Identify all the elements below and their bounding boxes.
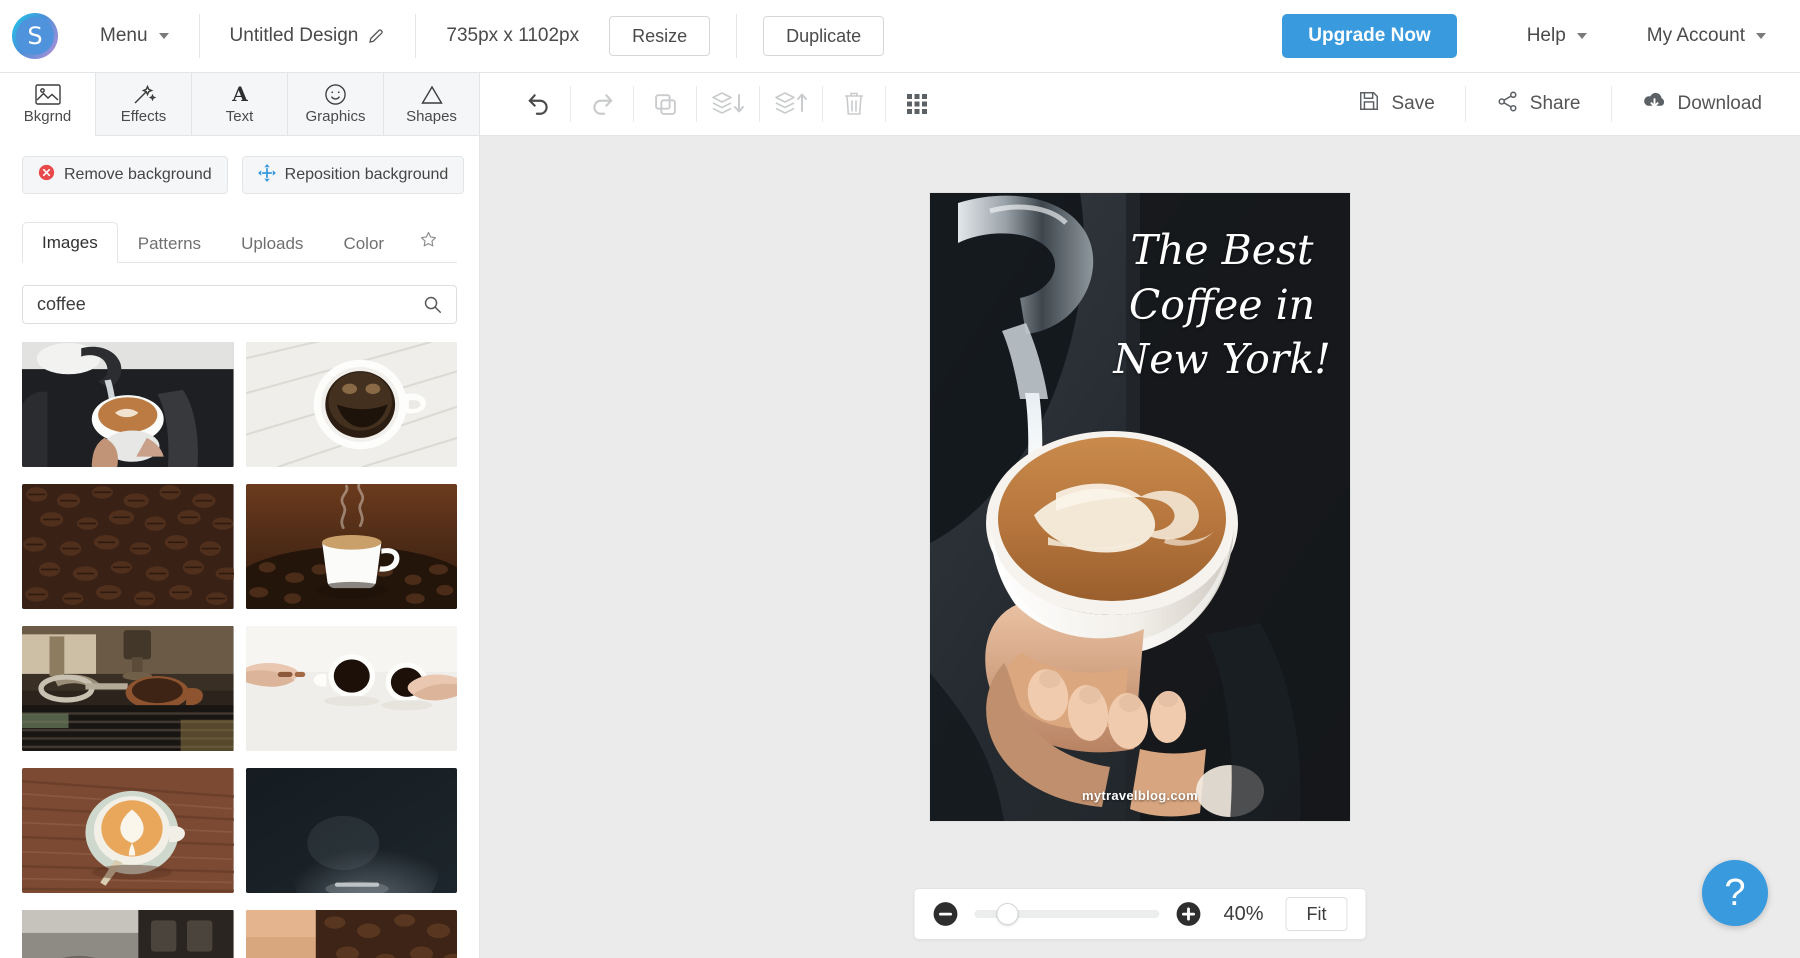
share-label: Share (1530, 93, 1581, 115)
my-account-label: My Account (1647, 25, 1745, 47)
reposition-background-button[interactable]: Reposition background (242, 156, 465, 194)
star-outline-icon (419, 234, 438, 253)
chevron-down-icon (1577, 33, 1587, 39)
canvas-dimensions: 735px x 1102px (416, 0, 609, 72)
help-menu[interactable]: Help (1497, 0, 1617, 72)
search-icon[interactable] (423, 295, 442, 314)
zoom-fit-button[interactable]: Fit (1286, 897, 1348, 931)
share-nodes-icon (1496, 90, 1519, 119)
share-button[interactable]: Share (1466, 73, 1611, 135)
remove-circle-icon (38, 164, 55, 186)
mode-tab-label: Effects (121, 108, 167, 125)
mode-tab-shapes[interactable]: Shapes (384, 73, 479, 135)
text-a-icon: A (229, 83, 251, 105)
design-canvas[interactable]: The Best Coffee in New York! mytravelblo… (930, 193, 1350, 821)
mode-tab-label: Shapes (406, 108, 457, 125)
background-actions: Remove background Reposition background (0, 136, 479, 194)
asset-sub-tabs: Images Patterns Uploads Color (22, 218, 457, 263)
help-menu-label: Help (1527, 25, 1566, 47)
save-button[interactable]: Save (1328, 73, 1464, 135)
zoom-bar: 40% Fit (914, 888, 1367, 940)
triangle-icon (420, 83, 444, 105)
search-box[interactable] (22, 285, 457, 324)
canvas-stage: The Best Coffee in New York! mytravelblo… (480, 136, 1800, 958)
image-result-coffee-cup-smiley-face-top-view[interactable] (246, 342, 458, 467)
image-result-barista-at-espresso-machine[interactable] (22, 910, 234, 958)
mode-tab-graphics[interactable]: Graphics (288, 73, 384, 135)
delete-button[interactable] (823, 73, 885, 135)
upgrade-now-button[interactable]: Upgrade Now (1282, 14, 1456, 58)
mode-tab-label: Graphics (305, 108, 365, 125)
menu-label: Menu (100, 25, 148, 47)
image-results-grid (0, 324, 479, 958)
floppy-disk-icon (1358, 90, 1380, 118)
resize-button[interactable]: Resize (609, 16, 710, 56)
mode-tab-bkgrnd[interactable]: Bkgrnd (0, 73, 96, 135)
reposition-background-label: Reposition background (285, 166, 449, 184)
remove-background-button[interactable]: Remove background (22, 156, 228, 194)
design-title-field[interactable]: Untitled Design (200, 0, 416, 72)
divider (736, 14, 737, 58)
zoom-slider[interactable] (975, 910, 1160, 918)
undo-button[interactable] (508, 73, 570, 135)
mode-tab-effects[interactable]: Effects (96, 73, 192, 135)
app-logo[interactable]: S (0, 13, 70, 59)
chevron-down-icon (159, 33, 169, 39)
menu-button[interactable]: Menu (70, 0, 199, 72)
image-result-barista-pouring-latte-art[interactable] (22, 342, 234, 467)
save-label: Save (1391, 93, 1434, 115)
pencil-icon[interactable] (367, 27, 385, 45)
design-title: Untitled Design (230, 25, 359, 47)
download-label: Download (1678, 93, 1763, 115)
top-bar: S Menu Untitled Design 735px x 1102px Re… (0, 0, 1800, 73)
image-result-latte-art-cup-on-wooden-table[interactable] (22, 768, 234, 893)
sub-tab-uploads[interactable]: Uploads (221, 223, 323, 263)
design-editor-app: S Menu Untitled Design 735px x 1102px Re… (0, 0, 1800, 958)
bring-forward-button[interactable] (760, 73, 822, 135)
redo-button[interactable] (571, 73, 633, 135)
image-result-dark-steam-over-black-background[interactable] (246, 768, 458, 893)
mode-tab-label: Bkgrnd (24, 108, 72, 125)
image-result-espresso-machine-portafilter[interactable] (22, 626, 234, 751)
zoom-percent: 40% (1218, 903, 1270, 926)
image-icon (35, 83, 61, 105)
cloud-download-icon (1642, 90, 1667, 118)
my-account-menu[interactable]: My Account (1617, 0, 1800, 72)
sub-tab-color[interactable]: Color (323, 223, 404, 263)
zoom-slider-thumb[interactable] (997, 903, 1019, 925)
sub-tab-images[interactable]: Images (22, 222, 118, 263)
mode-tab-label: Text (226, 108, 254, 125)
canvas-area: Save Share (480, 73, 1800, 958)
left-panel: Bkgrnd Effects A (0, 73, 480, 958)
mode-tab-bar: Bkgrnd Effects A (0, 73, 479, 136)
duplicate-button[interactable]: Duplicate (763, 16, 884, 56)
dimensions-label: 735px x 1102px (446, 25, 579, 47)
remove-background-label: Remove background (64, 166, 212, 184)
image-result-roasted-coffee-beans-texture[interactable] (22, 484, 234, 609)
grid-button[interactable] (886, 73, 948, 135)
help-button[interactable]: ? (1702, 860, 1768, 926)
image-result-steaming-cup-on-coffee-beans[interactable] (246, 484, 458, 609)
download-button[interactable]: Download (1612, 73, 1797, 135)
chevron-down-icon (1756, 33, 1766, 39)
send-backward-button[interactable] (697, 73, 759, 135)
sub-tab-patterns[interactable]: Patterns (118, 223, 221, 263)
svg-text:A: A (231, 83, 248, 105)
mode-tab-text[interactable]: A Text (192, 73, 288, 135)
image-result-coffee-beans-on-light-surface[interactable] (246, 910, 458, 958)
design-background-image (930, 193, 1350, 821)
favorites-tab[interactable] (404, 219, 453, 263)
zoom-out-button[interactable] (933, 901, 959, 927)
move-arrows-icon (258, 164, 276, 187)
duplicate-button[interactable] (634, 73, 696, 135)
image-result-two-hands-holding-black-coffee-cups[interactable] (246, 626, 458, 751)
logo-letter: S (27, 24, 42, 48)
zoom-in-button[interactable] (1176, 901, 1202, 927)
smiley-icon (324, 83, 347, 105)
editor-body: Bkgrnd Effects A (0, 73, 1800, 958)
wand-icon (132, 83, 156, 105)
canvas-toolbar: Save Share (480, 73, 1800, 136)
search-input[interactable] (37, 294, 423, 315)
